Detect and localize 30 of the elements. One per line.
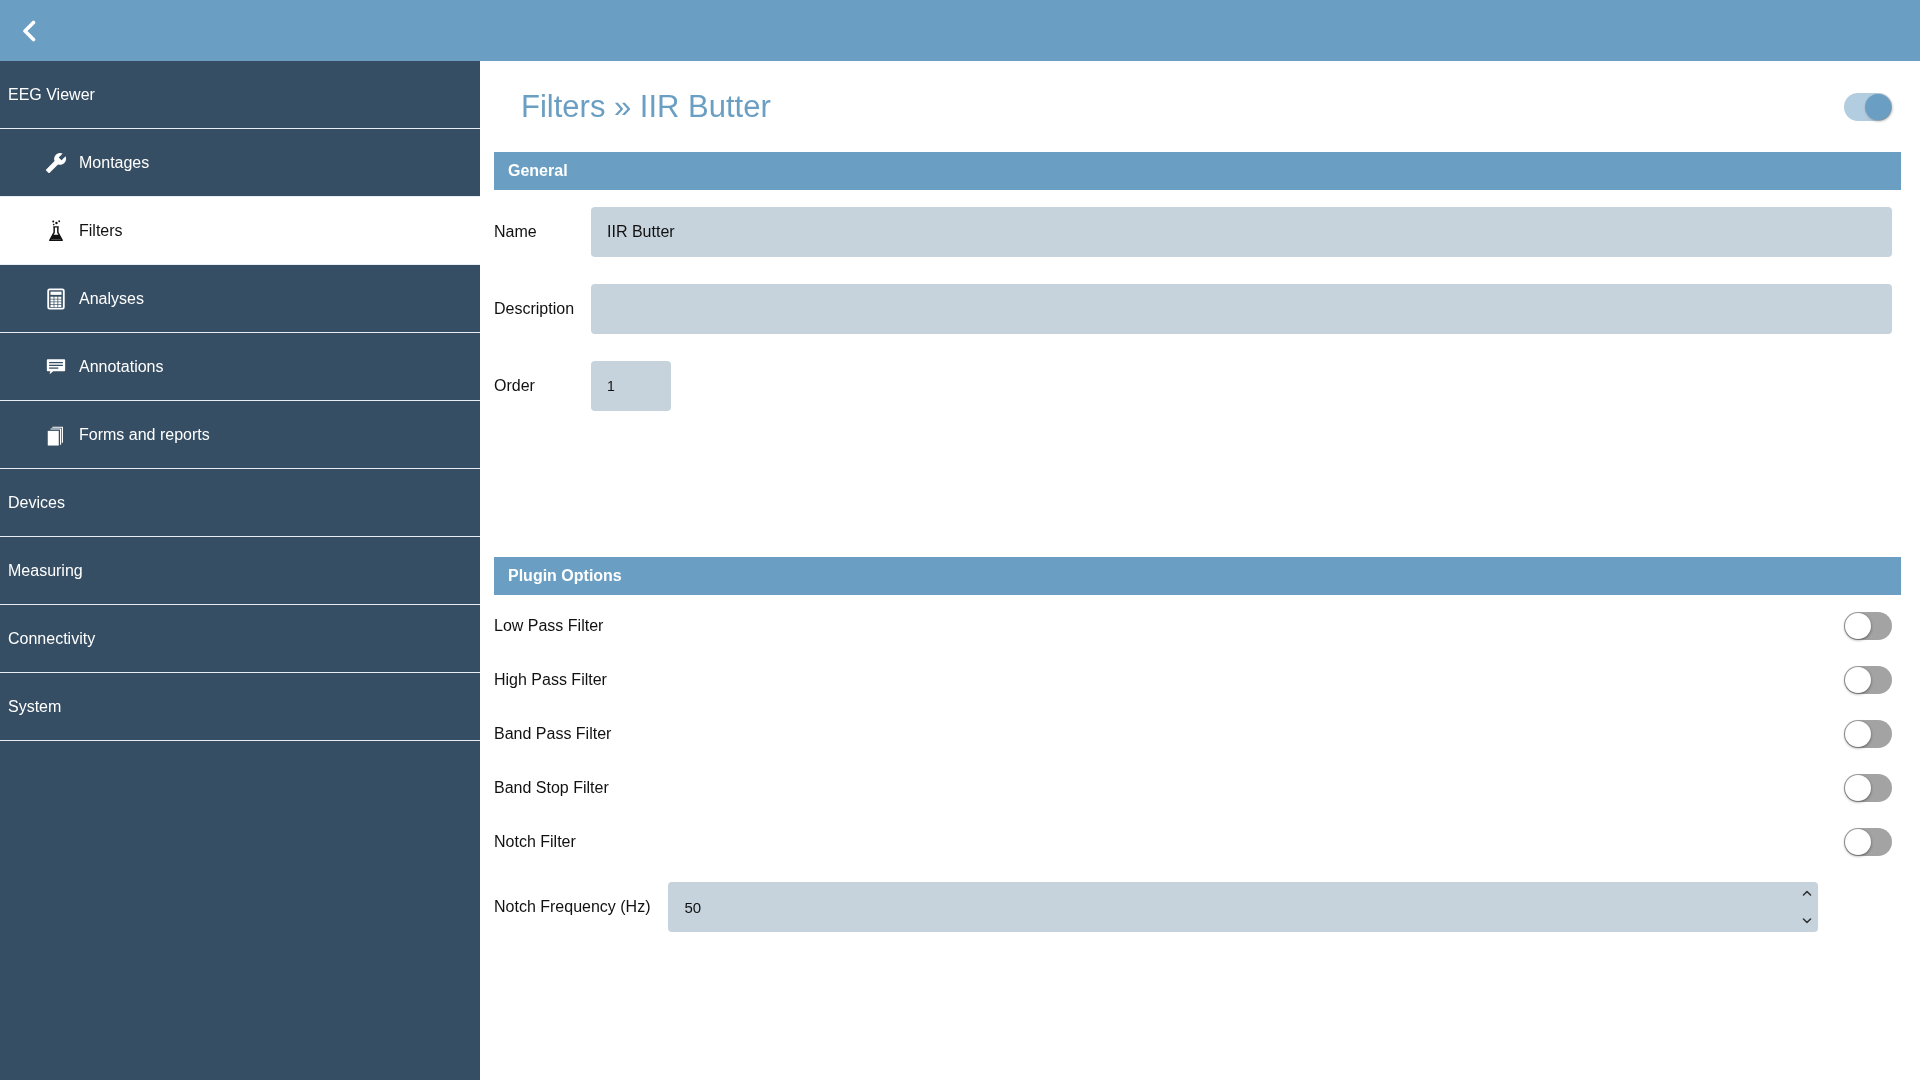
option-label: Band Stop Filter	[494, 778, 609, 798]
text-field[interactable]	[591, 284, 1892, 334]
sidebar-item[interactable]: Annotations	[0, 333, 480, 401]
wrench-icon	[45, 151, 67, 174]
toggle-switch[interactable]	[1844, 828, 1892, 856]
sidebar-item[interactable]: Forms and reports	[0, 401, 480, 469]
toggle-switch[interactable]	[1844, 612, 1892, 640]
sidebar-item[interactable]: Filters	[0, 197, 480, 265]
field-label: Notch Frequency (Hz)	[494, 897, 651, 917]
calculator-icon	[45, 287, 67, 310]
text-field[interactable]: 1	[591, 361, 672, 411]
chevron-up-icon[interactable]	[1802, 890, 1812, 896]
page-title: Filters » IIR Butter	[521, 88, 771, 125]
option-label: Notch Filter	[494, 832, 576, 852]
section-header: General	[494, 152, 1901, 190]
field-label: Order	[494, 376, 535, 396]
field-label: Description	[494, 299, 575, 319]
toggle-switch[interactable]	[1844, 720, 1892, 748]
toggle-switch[interactable]	[1844, 774, 1892, 802]
toggle-switch[interactable]	[1844, 92, 1892, 121]
text-field[interactable]: IIR Butter	[591, 207, 1892, 257]
option-label: High Pass Filter	[494, 670, 607, 690]
option-label: Low Pass Filter	[494, 616, 604, 636]
number-field[interactable]: 50	[667, 882, 1818, 932]
sidebar-item[interactable]: Analyses	[0, 265, 480, 333]
field-label: Name	[494, 222, 537, 242]
option-label: Band Pass Filter	[494, 724, 612, 744]
toggle-switch[interactable]	[1844, 666, 1892, 694]
chevron-down-icon[interactable]	[1802, 918, 1812, 924]
section-header: Plugin Options	[494, 557, 1901, 595]
